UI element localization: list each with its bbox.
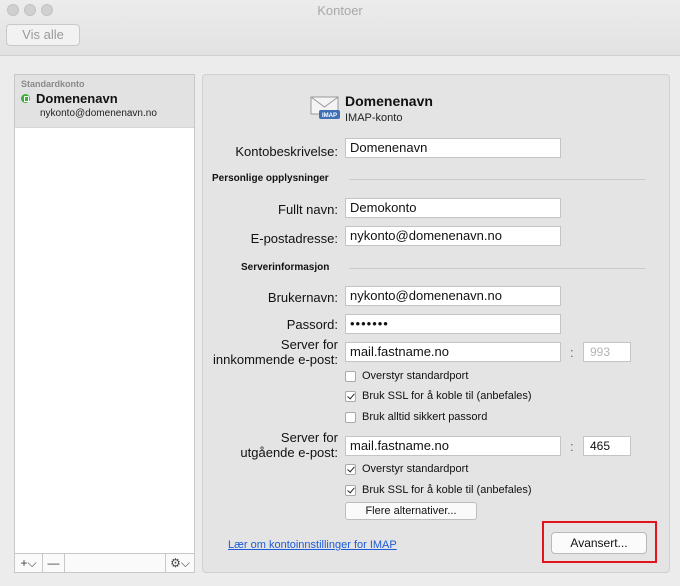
account-header-type: IMAP-konto (345, 112, 403, 124)
incoming-override-port-checkbox[interactable]: Overstyr standardport (345, 370, 468, 382)
account-email: nykonto@domenenavn.no (40, 108, 157, 119)
password-field[interactable]: ••••••• (345, 314, 561, 334)
checkbox-box[interactable] (345, 463, 356, 475)
outgoing-server-field[interactable]: mail.fastname.no (345, 436, 561, 456)
more-options-button[interactable]: Flere alternativer... (345, 502, 477, 520)
account-section-header: Standardkonto (21, 79, 85, 89)
account-list-item[interactable]: Standardkonto Domenenavn nykonto@domenen… (15, 75, 194, 128)
outgoing-server-label: Server for utgående e-post: (240, 430, 338, 460)
password-label: Passord: (286, 317, 338, 332)
account-header-name: Domenenavn (345, 93, 433, 109)
checkbox-box[interactable] (345, 484, 356, 496)
checkbox-box[interactable] (345, 411, 356, 423)
outgoing-override-port-checkbox[interactable]: Overstyr standardport (345, 463, 468, 475)
outgoing-use-ssl-checkbox[interactable]: Bruk SSL for å koble til (anbefales) (345, 484, 532, 496)
account-status-icon (21, 94, 30, 103)
username-label: Brukernavn: (267, 290, 338, 305)
incoming-port-field[interactable]: 993 (583, 342, 631, 362)
description-label: Kontobeskrivelse: (235, 144, 338, 159)
show-all-button[interactable]: Vis alle (6, 24, 80, 46)
checkbox-box[interactable] (345, 390, 356, 402)
account-name: Domenenavn (36, 91, 118, 106)
email-field[interactable]: nykonto@domenenavn.no (345, 226, 561, 246)
always-secure-password-checkbox[interactable]: Bruk alltid sikkert passord (345, 411, 487, 423)
imap-help-link[interactable]: Lær om kontoinnstillinger for IMAP (228, 539, 397, 551)
account-settings-panel: IMAP Domenenavn IMAP-konto Kontobeskrive… (202, 74, 670, 573)
username-field[interactable]: nykonto@domenenavn.no (345, 286, 561, 306)
personal-info-section: Personlige opplysninger (212, 173, 329, 184)
incoming-use-ssl-checkbox[interactable]: Bruk SSL for å koble til (anbefales) (345, 390, 532, 402)
add-account-button[interactable]: +⌵ (15, 554, 43, 572)
mail-envelope-icon: IMAP (310, 96, 340, 119)
fullname-field[interactable]: Demokonto (345, 198, 561, 218)
sidebar-toolbar: +⌵ — ⚙⌵ (15, 553, 194, 572)
advanced-button[interactable]: Avansert... (551, 532, 647, 554)
svg-text:IMAP: IMAP (322, 113, 337, 119)
window-title: Kontoer (317, 3, 363, 18)
fullname-label: Fullt navn: (278, 202, 338, 217)
incoming-server-field[interactable]: mail.fastname.no (345, 342, 561, 362)
description-field[interactable]: Domenenavn (345, 138, 561, 158)
server-info-section: Serverinformasjon (241, 262, 330, 273)
outgoing-port-field[interactable]: 465 (583, 436, 631, 456)
gear-menu-button[interactable]: ⚙⌵ (166, 554, 194, 572)
email-label: E-postadresse: (250, 231, 338, 246)
remove-account-button[interactable]: — (43, 554, 65, 572)
checkbox-box[interactable] (345, 370, 356, 382)
incoming-server-label: Server for innkommende e-post: (212, 337, 338, 367)
window-titlebar: Kontoer Vis alle (0, 0, 680, 56)
accounts-sidebar: Standardkonto Domenenavn nykonto@domenen… (14, 74, 195, 573)
